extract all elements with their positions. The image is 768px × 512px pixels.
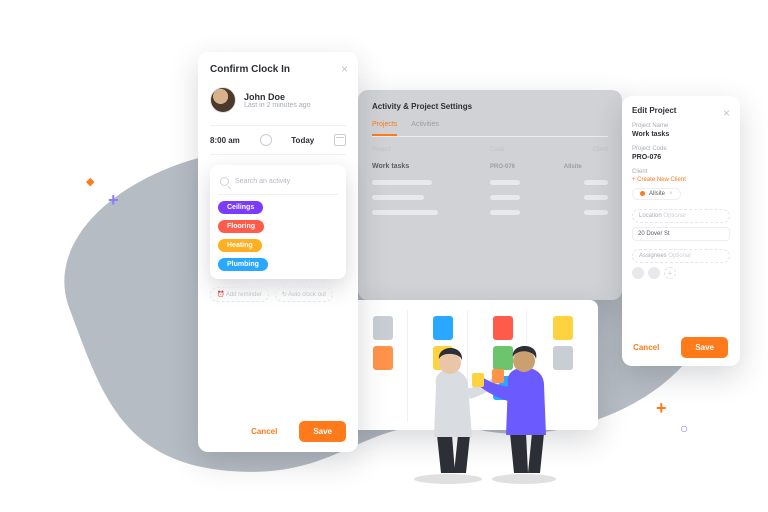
label-project-name: Project Name bbox=[632, 123, 730, 129]
activity-dropdown: Search an activity Ceilings Flooring Heati… bbox=[210, 165, 346, 279]
kanban-note bbox=[493, 346, 513, 370]
activity-chip[interactable]: Heating bbox=[218, 239, 262, 252]
save-button[interactable]: Save bbox=[299, 421, 346, 442]
close-icon[interactable]: × bbox=[723, 106, 730, 120]
kanban-note bbox=[553, 346, 573, 370]
tab-activities[interactable]: Activities bbox=[411, 121, 439, 136]
settings-title: Activity & Project Settings bbox=[372, 102, 608, 111]
clock-in-card: × Confirm Clock In John Doe Last in 2 mi… bbox=[198, 52, 358, 452]
cancel-button[interactable]: Cancel bbox=[619, 337, 673, 358]
kanban-note bbox=[373, 316, 393, 340]
kanban-note bbox=[433, 346, 453, 370]
kanban-board bbox=[348, 300, 598, 430]
avatar[interactable] bbox=[632, 267, 644, 279]
label-client: Client bbox=[632, 169, 730, 175]
kanban-note bbox=[373, 346, 393, 370]
table-row bbox=[372, 210, 608, 215]
table-header: ProjectCodeClient bbox=[372, 147, 608, 153]
project-name[interactable]: Work tasks bbox=[632, 131, 730, 138]
activity-chip[interactable]: Ceilings bbox=[218, 201, 263, 214]
activity-chip[interactable]: Plumbing bbox=[218, 258, 268, 271]
time-date-row: 8:00 am Today bbox=[210, 125, 346, 155]
user-name: John Doe bbox=[244, 92, 311, 102]
edit-project-card: × Edit Project Project Name Work tasks P… bbox=[622, 96, 740, 366]
client-pill[interactable]: Allsite× bbox=[632, 188, 681, 200]
plus-icon: + bbox=[108, 190, 119, 211]
label-project-code: Project Code bbox=[632, 146, 730, 152]
cancel-button[interactable]: Cancel bbox=[237, 421, 291, 442]
label-assignees: Assignees bbox=[632, 249, 730, 263]
auto-clockout-option[interactable]: ↻ Auto clock out bbox=[275, 287, 333, 302]
search-input[interactable]: Search an activity bbox=[218, 173, 338, 195]
edit-title: Edit Project bbox=[632, 106, 730, 115]
time-value[interactable]: 8:00 am bbox=[210, 136, 240, 145]
location-field[interactable]: 20 Dover St bbox=[632, 227, 730, 241]
table-row bbox=[372, 195, 608, 200]
label-location: Location bbox=[632, 209, 730, 223]
user-sub: Last in 2 minutes ago bbox=[244, 102, 311, 109]
kanban-note bbox=[553, 316, 573, 340]
kanban-note bbox=[493, 316, 513, 340]
activity-chip[interactable]: Flooring bbox=[218, 220, 264, 233]
clock-title: Confirm Clock In bbox=[210, 64, 346, 75]
save-button[interactable]: Save bbox=[681, 337, 728, 358]
clock-icon[interactable] bbox=[260, 134, 272, 146]
tab-projects[interactable]: Projects bbox=[372, 121, 397, 136]
plus-icon: + bbox=[656, 398, 667, 419]
add-assignee-button[interactable]: + bbox=[664, 267, 676, 279]
search-icon bbox=[220, 177, 229, 186]
avatar[interactable] bbox=[648, 267, 660, 279]
table-row bbox=[372, 180, 608, 185]
close-icon[interactable]: × bbox=[341, 62, 348, 76]
day-value[interactable]: Today bbox=[291, 136, 314, 145]
kanban-note bbox=[493, 376, 513, 400]
table-row[interactable]: Work tasks PRO-076 Allsite bbox=[372, 163, 608, 170]
settings-tabs: Projects Activities bbox=[372, 121, 608, 137]
kanban-note bbox=[433, 316, 453, 340]
settings-card: Activity & Project Settings Projects Act… bbox=[358, 90, 622, 300]
create-client-link[interactable]: + Create New Client bbox=[632, 177, 730, 183]
circle-icon: ○ bbox=[680, 420, 688, 436]
diamond-icon: ◆ bbox=[86, 175, 94, 188]
calendar-icon[interactable] bbox=[334, 134, 346, 146]
avatar bbox=[210, 87, 236, 113]
project-code[interactable]: PRO-076 bbox=[632, 154, 730, 161]
add-reminder-option[interactable]: ⏰ Add reminder bbox=[210, 287, 269, 302]
assignees-row: + bbox=[632, 267, 730, 279]
